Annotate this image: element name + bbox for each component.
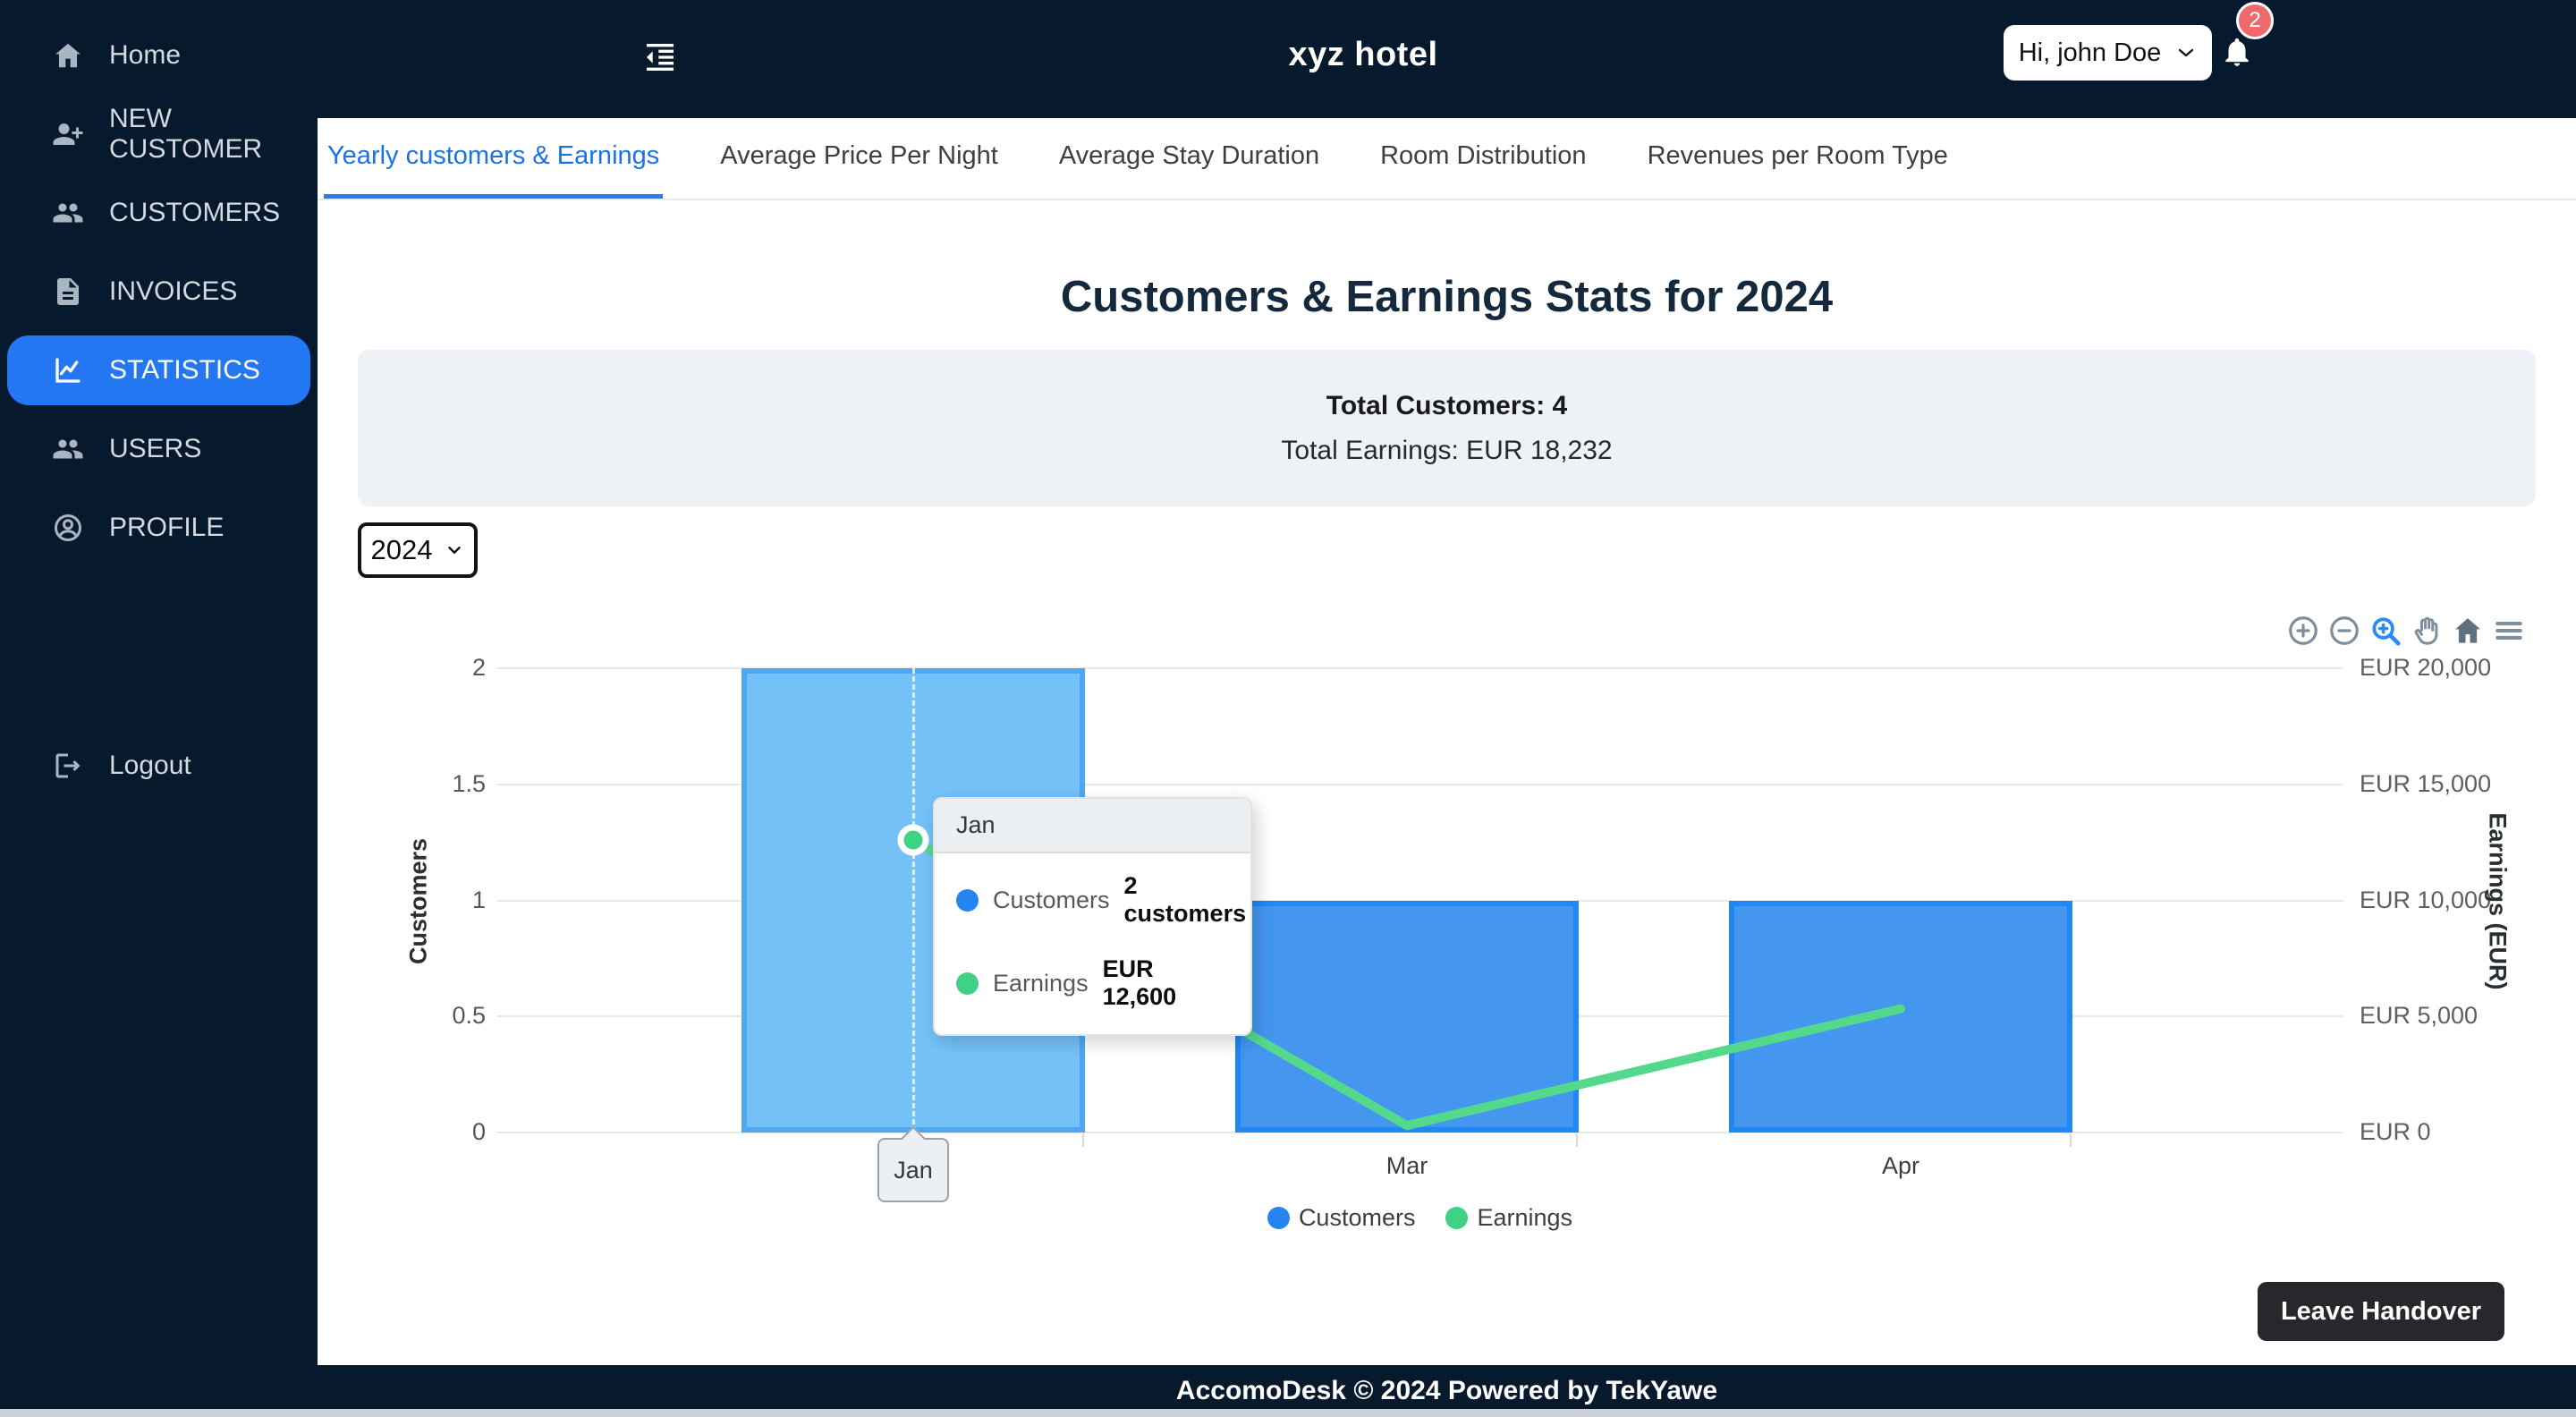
sidebar-item-label: NEW CUSTOMER bbox=[109, 104, 263, 164]
app-root: xyz hotel Hi, john Doe 2 Home NEW CUSTOM… bbox=[0, 0, 2576, 1417]
logout-icon bbox=[52, 750, 84, 782]
topbar: xyz hotel Hi, john Doe 2 bbox=[0, 0, 2576, 118]
x-axis-tick bbox=[2070, 1133, 2072, 1147]
logout-button[interactable]: Logout bbox=[0, 726, 318, 805]
earnings-line bbox=[897, 824, 1905, 1131]
tooltip-value: EUR 12,600 bbox=[1102, 955, 1177, 1010]
summary-card: Total Customers: 4 Total Earnings: EUR 1… bbox=[358, 350, 2536, 506]
tab-average-stay-duration[interactable]: Average Stay Duration bbox=[1055, 118, 1323, 199]
legend-label: Earnings bbox=[1477, 1204, 1573, 1231]
legend-label: Customers bbox=[1298, 1204, 1416, 1231]
zoom-in-icon[interactable] bbox=[2286, 614, 2320, 648]
tab-revenues-per-room-type[interactable]: Revenues per Room Type bbox=[1644, 118, 1952, 199]
people-icon bbox=[52, 197, 84, 229]
tooltip-title: Jan bbox=[935, 799, 1250, 853]
sidebar-item-customers[interactable]: CUSTOMERS bbox=[0, 174, 318, 252]
page-title: Customers & Earnings Stats for 2024 bbox=[1060, 273, 1834, 321]
tooltip-value: 2 customers bbox=[1123, 872, 1247, 927]
earnings-dot bbox=[956, 972, 979, 995]
left-axis-tick: 0 bbox=[471, 1118, 486, 1145]
sidebar-item-label: Home bbox=[109, 40, 182, 70]
reset-home-icon[interactable] bbox=[2451, 614, 2485, 648]
x-axis-label-apr: Apr bbox=[1881, 1152, 1920, 1179]
horizontal-scrollbar[interactable] bbox=[0, 1409, 2576, 1417]
tab-yearly-customers-earnings[interactable]: Yearly customers & Earnings bbox=[324, 118, 664, 199]
chevron-down-icon bbox=[445, 540, 464, 560]
right-axis-title: Earnings (EUR) bbox=[2484, 812, 2512, 990]
sidebar-nav: Home NEW CUSTOMER CUSTOMERS INVOICES STA… bbox=[0, 16, 318, 567]
profile-icon bbox=[52, 512, 84, 544]
chart-tooltip: Jan Customers 2 customers Earnings EUR 1… bbox=[933, 797, 1252, 1036]
sidebar-item-home[interactable]: Home bbox=[0, 16, 318, 95]
sidebar-item-label: PROFILE bbox=[109, 513, 225, 542]
sidebar: Home NEW CUSTOMER CUSTOMERS INVOICES STA… bbox=[0, 0, 318, 1417]
sidebar-logout-section: Logout bbox=[0, 726, 318, 805]
collapse-sidebar-icon[interactable] bbox=[642, 39, 678, 75]
hotel-title: xyz hotel bbox=[1288, 36, 1438, 73]
customers-dot bbox=[956, 888, 979, 912]
total-customers-text: Total Customers: 4 bbox=[1326, 390, 1568, 420]
notification-count-badge[interactable]: 2 bbox=[2236, 2, 2274, 39]
sidebar-item-statistics[interactable]: STATISTICS bbox=[7, 335, 310, 405]
notification-bell-icon[interactable] bbox=[2220, 34, 2254, 70]
legend-item-customers[interactable]: Customers bbox=[1267, 1204, 1416, 1232]
footer-text: AccomoDesk © 2024 Powered by TekYawe bbox=[1175, 1376, 1718, 1405]
sidebar-item-label: USERS bbox=[109, 434, 202, 463]
sidebar-item-invoices[interactable]: INVOICES bbox=[0, 252, 318, 331]
tab-average-price-per-night[interactable]: Average Price Per Night bbox=[716, 118, 1002, 199]
menu-icon[interactable] bbox=[2492, 614, 2526, 648]
chart-legend: Customers Earnings bbox=[496, 1204, 2343, 1232]
zoom-out-icon[interactable] bbox=[2327, 614, 2361, 648]
x-axis-tick bbox=[1576, 1133, 1578, 1147]
x-axis-hover-label: Jan bbox=[877, 1138, 949, 1202]
year-select-value: 2024 bbox=[370, 534, 433, 565]
tab-room-distribution[interactable]: Room Distribution bbox=[1377, 118, 1589, 199]
pan-hand-icon[interactable] bbox=[2410, 614, 2444, 648]
line-chart-icon bbox=[52, 354, 84, 386]
invoice-icon bbox=[52, 276, 84, 308]
chart-toolbar bbox=[2286, 614, 2526, 648]
tooltip-row-customers: Customers 2 customers bbox=[935, 853, 1250, 937]
selection-zoom-icon[interactable] bbox=[2368, 614, 2402, 648]
tab-bar: Yearly customers & Earnings Average Pric… bbox=[318, 118, 2576, 200]
right-axis-tick: EUR 0 bbox=[2360, 1118, 2431, 1145]
home-icon bbox=[52, 39, 84, 72]
left-axis-title: Customers bbox=[404, 837, 432, 965]
user-menu-button[interactable]: Hi, john Doe bbox=[2004, 25, 2212, 81]
chevron-down-icon bbox=[2175, 42, 2197, 64]
tooltip-row-earnings: Earnings EUR 12,600 bbox=[935, 937, 1250, 1034]
person-add-icon bbox=[52, 118, 84, 150]
users-icon bbox=[52, 433, 84, 465]
tooltip-label: Earnings bbox=[993, 969, 1089, 997]
left-axis-tick: 2 bbox=[471, 654, 486, 681]
x-axis-label-mar: Mar bbox=[1385, 1152, 1428, 1179]
x-axis-tick bbox=[1082, 1133, 1084, 1147]
logout-label: Logout bbox=[109, 751, 191, 780]
sidebar-item-users[interactable]: USERS bbox=[0, 410, 318, 488]
sidebar-item-label: STATISTICS bbox=[109, 355, 260, 385]
sidebar-item-profile[interactable]: PROFILE bbox=[0, 488, 318, 567]
legend-item-earnings[interactable]: Earnings bbox=[1445, 1204, 1572, 1232]
customers-dot bbox=[1267, 1207, 1290, 1229]
total-earnings-text: Total Earnings: EUR 18,232 bbox=[1281, 435, 1613, 465]
year-select[interactable]: 2024 bbox=[358, 522, 478, 578]
user-greeting: Hi, john Doe bbox=[2018, 38, 2162, 67]
sidebar-item-new-customer[interactable]: NEW CUSTOMER bbox=[0, 95, 318, 174]
right-axis-tick: EUR 20,000 bbox=[2360, 654, 2492, 681]
sidebar-item-label: CUSTOMERS bbox=[109, 198, 281, 227]
earnings-dot bbox=[1445, 1207, 1469, 1229]
tooltip-label: Customers bbox=[993, 886, 1110, 913]
sidebar-item-label: INVOICES bbox=[109, 276, 238, 306]
leave-handover-button[interactable]: Leave Handover bbox=[2258, 1282, 2504, 1341]
